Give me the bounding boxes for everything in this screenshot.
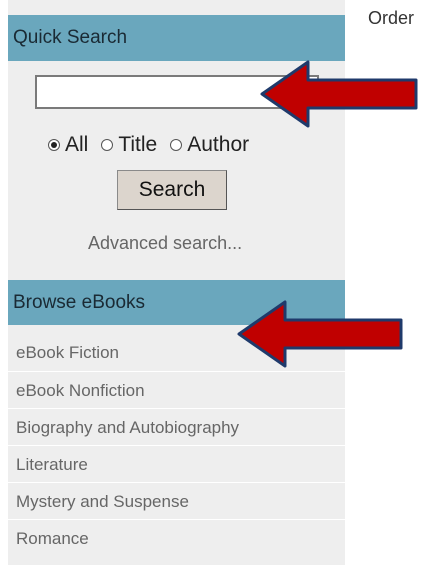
radio-author-indicator[interactable] <box>170 139 183 151</box>
radio-title[interactable]: Title <box>101 133 157 157</box>
search-button[interactable]: Search <box>117 170 227 210</box>
browse-item-ebook-nonfiction[interactable]: eBook Nonfiction <box>8 371 345 408</box>
radio-author[interactable]: Author <box>170 133 249 157</box>
radio-all-indicator[interactable] <box>48 139 60 151</box>
radio-all[interactable]: All <box>48 133 88 157</box>
browse-item-literature[interactable]: Literature <box>8 445 345 482</box>
annotation-arrow-icon <box>260 60 418 128</box>
order-text: Order <box>368 8 415 28</box>
annotation-arrow-icon <box>237 300 403 368</box>
advanced-search-link[interactable]: Advanced search... <box>88 233 242 254</box>
arrow-shape-2 <box>237 300 403 368</box>
quick-search-header: Quick Search <box>8 15 345 61</box>
radio-all-label: All <box>65 133 89 156</box>
radio-title-indicator[interactable] <box>101 139 114 151</box>
browse-item-biography[interactable]: Biography and Autobiography <box>8 408 345 445</box>
browse-item-romance[interactable]: Romance <box>8 519 345 556</box>
browse-item-mystery[interactable]: Mystery and Suspense <box>8 482 345 519</box>
arrow-shape-1 <box>260 60 418 128</box>
radio-author-label: Author <box>187 133 250 156</box>
search-scope-radios: All Title Author <box>48 132 262 158</box>
radio-title-label: Title <box>118 133 158 156</box>
